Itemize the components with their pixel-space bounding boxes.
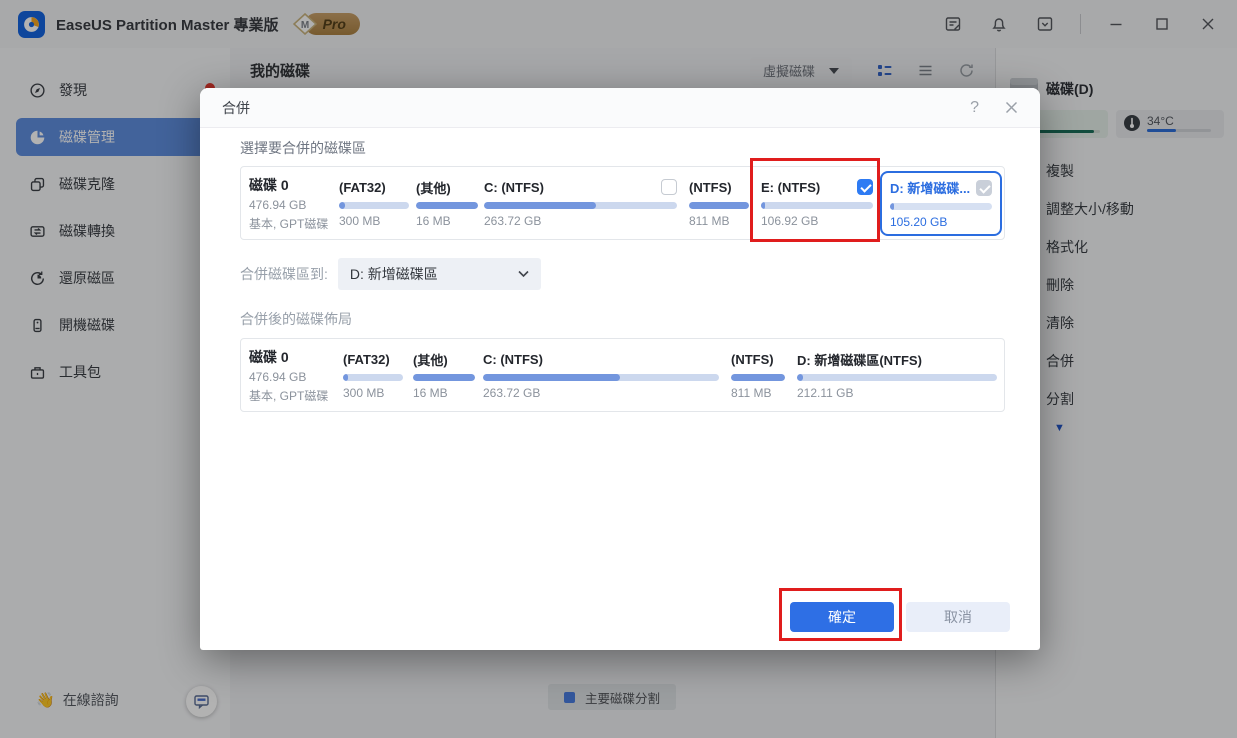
partition-label: E: (NTFS) xyxy=(761,179,821,195)
partition-usage-bar xyxy=(689,202,749,209)
merge-dialog: 合併 ? 選擇要合併的磁碟區 磁碟 0 476.94 GB 基本, GPT磁碟 … xyxy=(200,88,1040,650)
partition-usage-bar xyxy=(413,374,475,381)
partition-col-c: C: (NTFS) 263.72 GB xyxy=(483,350,719,400)
disk-name: 磁碟 0 xyxy=(249,348,289,365)
select-partitions-label: 選擇要合併的磁碟區 xyxy=(240,140,366,156)
partition-size: 300 MB xyxy=(339,214,381,228)
partition-usage-bar xyxy=(339,202,409,209)
dialog-title: 合併 xyxy=(222,99,250,116)
partition-col-other: (其他) 16 MB xyxy=(416,178,478,228)
partition-usage-bar xyxy=(483,374,719,381)
partition-usage-bar xyxy=(416,202,478,209)
partition-col-ntfs-811: (NTFS) 811 MB xyxy=(689,178,749,228)
merge-to-label: 合併磁碟區到: xyxy=(240,266,328,282)
partition-usage-bar xyxy=(890,202,992,210)
disk-row-before: 磁碟 0 476.94 GB 基本, GPT磁碟 (FAT32) 300 MB … xyxy=(240,166,1005,240)
disk-size: 476.94 GB xyxy=(249,197,307,212)
result-layout-label: 合併後的磁碟佈局 xyxy=(240,311,352,327)
disk-type: 基本, GPT磁碟 xyxy=(249,388,329,403)
partition-usage-bar xyxy=(731,374,785,381)
partition-label: D: 新增磁碟區(NTFS) xyxy=(797,352,922,368)
partition-col-d-merged: D: 新增磁碟區(NTFS) 212.11 GB xyxy=(797,350,997,400)
partition-size: 811 MB xyxy=(731,386,772,400)
merge-target-value: D: 新增磁碟區 xyxy=(349,266,438,282)
partition-usage-bar xyxy=(761,202,873,209)
chevron-down-icon xyxy=(518,270,529,278)
merge-target-dropdown[interactable]: D: 新增磁碟區 xyxy=(337,258,541,290)
disk-row-after: 磁碟 0 476.94 GB 基本, GPT磁碟 (FAT32) 300 MB … xyxy=(240,338,1005,412)
partition-size: 16 MB xyxy=(413,386,448,400)
disk-type: 基本, GPT磁碟 xyxy=(249,216,329,231)
partition-usage-bar xyxy=(797,374,997,381)
partition-d-checkbox xyxy=(976,179,992,196)
partition-size: 106.92 GB xyxy=(761,214,819,228)
partition-size: 212.11 GB xyxy=(797,386,854,400)
partition-usage-bar xyxy=(484,202,677,209)
disk-info: 磁碟 0 476.94 GB 基本, GPT磁碟 xyxy=(249,347,335,404)
partition-label: C: (NTFS) xyxy=(483,351,543,367)
merge-target-row: 合併磁碟區到: D: 新增磁碟區 xyxy=(240,258,541,290)
partition-label: (FAT32) xyxy=(343,351,390,367)
dialog-header: 合併 ? xyxy=(200,88,1040,128)
dialog-help-icon[interactable]: ? xyxy=(970,99,979,117)
disk-name: 磁碟 0 xyxy=(249,176,289,193)
partition-col-d-target[interactable]: D: 新增磁碟... 105.20 GB xyxy=(880,170,1002,236)
partition-label: (其他) xyxy=(416,180,451,196)
partition-col-c: C: (NTFS) 263.72 GB xyxy=(484,178,677,228)
partition-size: 811 MB xyxy=(689,214,730,228)
cancel-button[interactable]: 取消 xyxy=(906,602,1010,632)
partition-col-e: E: (NTFS) 106.92 GB xyxy=(761,178,873,228)
partition-col-other: (其他) 16 MB xyxy=(413,350,475,400)
partition-label: (NTFS) xyxy=(731,351,774,367)
partition-size: 16 MB xyxy=(416,214,451,228)
partition-usage-bar xyxy=(343,374,403,381)
partition-size: 263.72 GB xyxy=(483,386,541,400)
partition-col-fat32: (FAT32) 300 MB xyxy=(339,178,409,228)
partition-label: C: (NTFS) xyxy=(484,179,544,195)
partition-e-checkbox[interactable] xyxy=(857,179,873,195)
partition-size: 300 MB xyxy=(343,386,385,400)
partition-size: 263.72 GB xyxy=(484,214,542,228)
partition-label: (FAT32) xyxy=(339,179,386,195)
partition-col-ntfs-811: (NTFS) 811 MB xyxy=(731,350,785,400)
partition-label: D: 新增磁碟... xyxy=(890,181,971,196)
partition-size: 105.20 GB xyxy=(890,214,948,229)
ok-button[interactable]: 確定 xyxy=(790,602,894,632)
partition-label: (其他) xyxy=(413,352,448,368)
dialog-close-icon[interactable] xyxy=(1005,101,1018,114)
partition-label: (NTFS) xyxy=(689,179,732,195)
partition-c-checkbox[interactable] xyxy=(661,179,677,195)
disk-info: 磁碟 0 476.94 GB 基本, GPT磁碟 xyxy=(249,175,335,232)
disk-size: 476.94 GB xyxy=(249,369,307,384)
app-window: EaseUS Partition Master 專業版 M Pro 發現 磁碟管… xyxy=(0,0,1237,738)
partition-col-fat32: (FAT32) 300 MB xyxy=(343,350,403,400)
